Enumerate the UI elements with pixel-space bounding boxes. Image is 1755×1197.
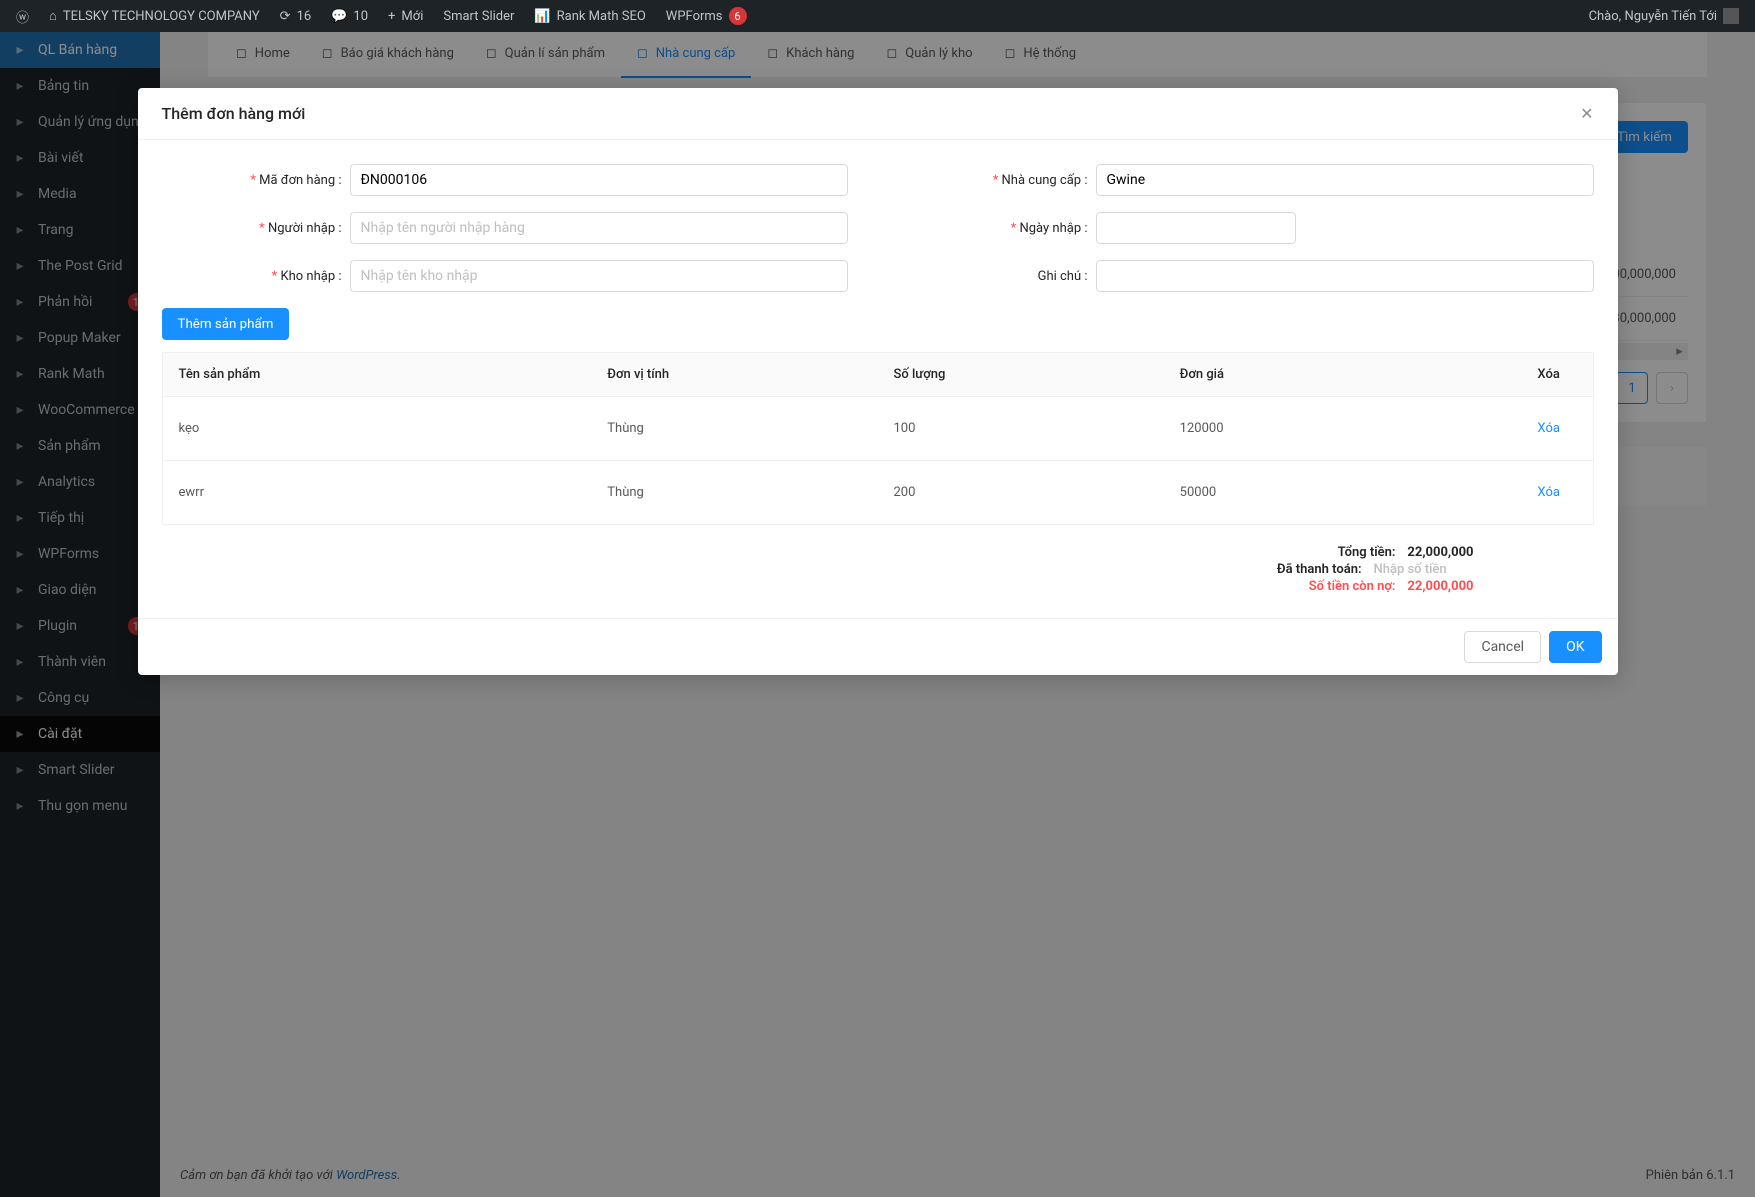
site-name[interactable]: ⌂ TELSKY TECHNOLOGY COMPANY xyxy=(41,0,268,32)
greeting[interactable]: Chào, Nguyễn Tiến Tới xyxy=(1581,0,1747,32)
ok-button[interactable]: OK xyxy=(1549,631,1601,663)
site-name-text: TELSKY TECHNOLOGY COMPANY xyxy=(63,9,260,24)
order-code-label: Mã đơn hàng : xyxy=(162,173,342,188)
home-icon: ⌂ xyxy=(49,8,57,24)
total-label: Tổng tiền: xyxy=(1338,545,1396,560)
order-code-input[interactable] xyxy=(350,164,848,196)
total-value: 22,000,000 xyxy=(1407,545,1473,560)
delete-row-link[interactable]: Xóa xyxy=(1537,485,1560,500)
product-row: kẹoThùng100120000Xóa xyxy=(162,397,1593,461)
close-icon[interactable]: ✕ xyxy=(1580,104,1593,123)
new-label: Mới xyxy=(401,9,423,24)
remain-value: 22,000,000 xyxy=(1407,579,1473,594)
wp-admin-bar: ⓦ ⌂ TELSKY TECHNOLOGY COMPANY ⟳ 16 💬 10 + Mớ… xyxy=(0,0,1755,32)
col-name: Tên sản phẩm xyxy=(162,353,591,397)
note-input[interactable] xyxy=(1096,260,1594,292)
date-label: Ngày nhập : xyxy=(908,221,1088,236)
comment-icon: 💬 xyxy=(331,9,347,24)
delete-row-link[interactable]: Xóa xyxy=(1537,421,1560,436)
rank-math-item[interactable]: 📊Rank Math SEO xyxy=(526,0,653,32)
col-del: Xóa xyxy=(1521,353,1593,397)
products-table: Tên sản phẩm Đơn vị tính Số lượng Đơn gi… xyxy=(162,352,1594,525)
plus-icon: + xyxy=(388,9,395,24)
smart-slider-item[interactable]: Smart Slider xyxy=(435,0,522,32)
col-qty: Số lượng xyxy=(877,353,1163,397)
updates-count: 16 xyxy=(297,9,312,24)
importer-input[interactable] xyxy=(350,212,848,244)
chart-icon: 📊 xyxy=(534,9,550,24)
modal-title: Thêm đơn hàng mới xyxy=(162,104,306,123)
add-order-modal: Thêm đơn hàng mới ✕ Mã đơn hàng : Nhà cu… xyxy=(138,88,1618,675)
new-item[interactable]: + Mới xyxy=(380,0,431,32)
wpforms-item[interactable]: WPForms6 xyxy=(658,0,755,32)
avatar xyxy=(1723,8,1739,24)
comments-count: 10 xyxy=(353,9,368,24)
warehouse-input[interactable] xyxy=(350,260,848,292)
date-input[interactable] xyxy=(1096,212,1296,244)
col-unit: Đơn vị tính xyxy=(591,353,877,397)
supplier-input[interactable] xyxy=(1096,164,1594,196)
col-price: Đơn giá xyxy=(1164,353,1522,397)
remain-label: Số tiền còn nợ: xyxy=(1309,579,1396,594)
refresh-icon: ⟳ xyxy=(280,9,291,24)
product-row: ewrrThùng20050000Xóa xyxy=(162,461,1593,525)
warehouse-label: Kho nhập : xyxy=(162,269,342,284)
paid-placeholder[interactable]: Nhập số tiền xyxy=(1374,562,1474,577)
cancel-button[interactable]: Cancel xyxy=(1464,631,1541,663)
note-label: Ghi chú : xyxy=(908,269,1088,284)
add-product-button[interactable]: Thêm sản phẩm xyxy=(162,308,290,340)
wpforms-badge: 6 xyxy=(729,7,747,25)
importer-label: Người nhập : xyxy=(162,221,342,236)
paid-label: Đã thanh toán: xyxy=(1277,562,1362,577)
updates-item[interactable]: ⟳ 16 xyxy=(272,0,320,32)
wp-logo[interactable]: ⓦ xyxy=(8,0,37,32)
supplier-label: Nhà cung cấp : xyxy=(908,173,1088,188)
comments-item[interactable]: 💬 10 xyxy=(323,0,376,32)
wordpress-icon: ⓦ xyxy=(16,7,29,26)
